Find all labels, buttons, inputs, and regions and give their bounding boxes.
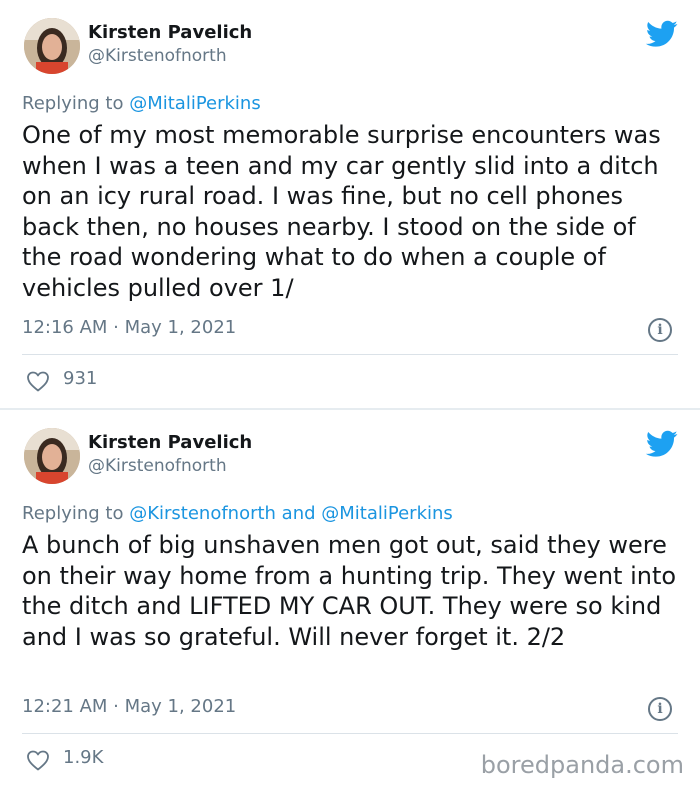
tweet-text: One of my most memorable surprise encoun… [22, 121, 661, 302]
replying-to: Replying to @Kirstenofnorth and @MitaliP… [22, 503, 453, 524]
replying-prefix: Replying to [22, 93, 130, 114]
heart-icon[interactable] [26, 749, 50, 771]
info-icon[interactable]: i [648, 318, 672, 342]
twitter-bird-icon[interactable] [646, 430, 678, 458]
avatar[interactable] [24, 18, 80, 74]
tweet-timestamp[interactable]: 12:16 AM · May 1, 2021 [22, 317, 236, 338]
divider [22, 733, 678, 734]
replying-to: Replying to @MitaliPerkins [22, 93, 261, 114]
replying-prefix: Replying to [22, 503, 130, 524]
author-handle[interactable]: @Kirstenofnorth [88, 46, 227, 66]
likes-number: 1.9K [63, 747, 104, 768]
avatar[interactable] [24, 428, 80, 484]
divider [22, 354, 678, 355]
author-handle[interactable]: @Kirstenofnorth [88, 456, 227, 476]
info-icon[interactable]: i [648, 697, 672, 721]
mention-link[interactable]: @MitaliPerkins [129, 93, 261, 114]
heart-icon[interactable] [26, 370, 50, 392]
tweet-timestamp[interactable]: 12:21 AM · May 1, 2021 [22, 696, 236, 717]
mention-link[interactable]: @Kirstenofnorth and @MitaliPerkins [129, 503, 453, 524]
tweet-card: Kirsten Pavelich @Kirstenofnorth Replyin… [0, 410, 700, 787]
watermark: boredpanda.com [480, 751, 684, 779]
twitter-bird-icon[interactable] [646, 20, 678, 48]
tweet-text: A bunch of big unshaven men got out, sai… [22, 531, 677, 651]
author-name[interactable]: Kirsten Pavelich [88, 22, 252, 43]
tweet-card: Kirsten Pavelich @Kirstenofnorth Replyin… [0, 0, 700, 408]
author-name[interactable]: Kirsten Pavelich [88, 432, 252, 453]
likes-number: 931 [63, 368, 98, 389]
